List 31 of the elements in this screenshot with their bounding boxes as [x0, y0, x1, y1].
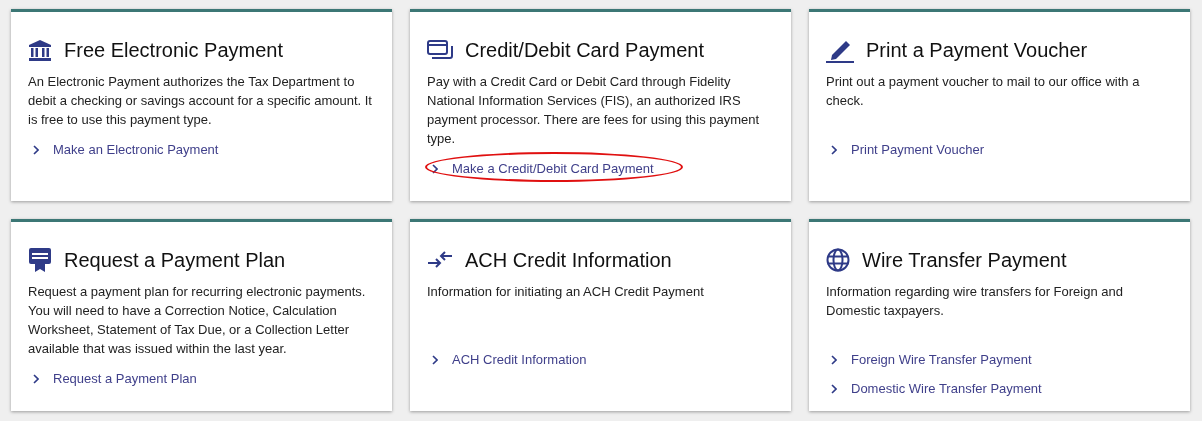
payment-link[interactable]: Print Payment Voucher — [851, 139, 984, 160]
card-title: Request a Payment Plan — [64, 248, 286, 273]
card-title: ACH Credit Information — [465, 248, 672, 273]
card-title: Free Electronic Payment — [64, 38, 283, 63]
chevron-icon — [432, 354, 438, 365]
chevron-icon — [33, 144, 39, 155]
chevron-icon — [33, 373, 39, 384]
chevron-icon — [831, 383, 837, 394]
chevron-icon — [831, 354, 837, 365]
payment-link[interactable]: Make an Electronic Payment — [53, 139, 219, 160]
payment-link[interactable]: Domestic Wire Transfer Payment — [851, 378, 1042, 399]
card-description: An Electronic Payment authorizes the Tax Department to debit a checking or savings account for a specific amount. It is free to use this payment type. — [28, 73, 373, 129]
card-description: Request a payment plan for recurring electronic payments. You will need to have a Correction Notice, Calculation Worksheet, Statement of Tax Due, or a Collection Letter available that was issued within the last year. — [28, 283, 367, 358]
card-title: Wire Transfer Payment — [862, 248, 1067, 273]
payment-link[interactable]: Make a Credit/Debit Card Payment — [452, 158, 654, 179]
bank-icon — [28, 39, 52, 61]
globe-icon — [826, 248, 850, 272]
arrows-icon — [427, 251, 453, 269]
payment-link[interactable]: ACH Credit Information — [452, 349, 587, 370]
card-description: Information regarding wire transfers for Foreign and Domestic taxpayers. — [826, 283, 1124, 320]
chevron-icon — [831, 144, 837, 155]
card-description: Information for initiating an ACH Credit Payment — [427, 283, 705, 301]
card-description: Pay with a Credit Card or Debit Card through Fidelity National Information Services (FIS), an authorized IRS payment processor. There are fees for using this payment type. — [427, 73, 761, 148]
card-title: Credit/Debit Card Payment — [465, 38, 704, 63]
payment-link[interactable]: Foreign Wire Transfer Payment — [851, 349, 1032, 370]
card-title: Print a Payment Voucher — [866, 38, 1088, 63]
certificate-icon — [28, 247, 52, 273]
card-description: Print out a payment voucher to mail to our office with a check. — [826, 73, 1141, 110]
payment-link[interactable]: Request a Payment Plan — [53, 368, 197, 389]
chevron-icon — [432, 163, 438, 174]
cards-icon — [427, 40, 453, 60]
